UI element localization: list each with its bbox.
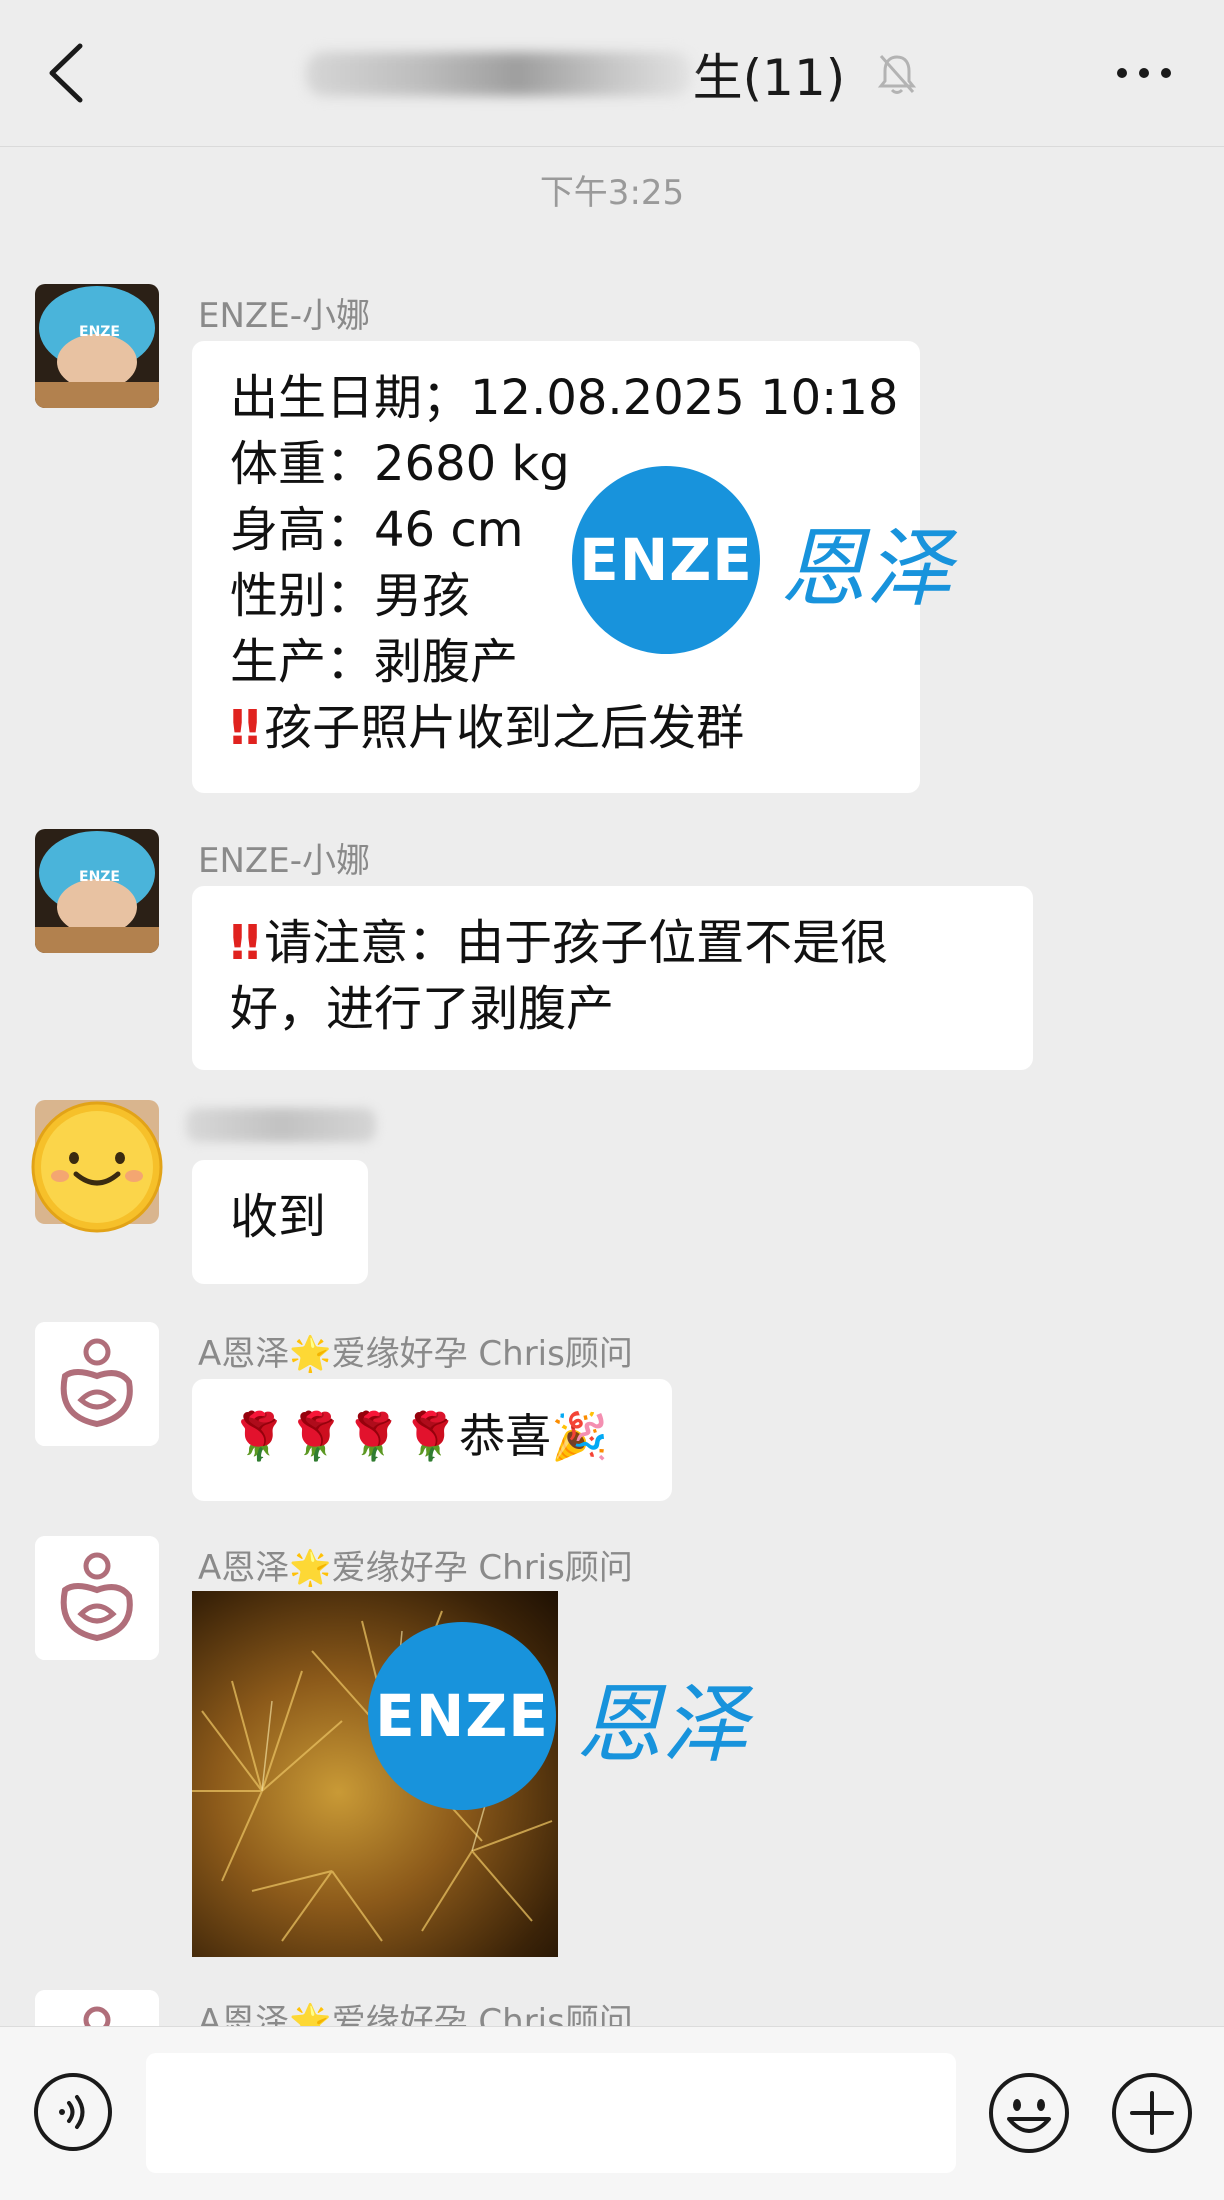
mother-baby-logo-icon [35,1990,159,2026]
sender-name: ENZE-小娜 [198,841,370,881]
svg-text:ENZE: ENZE [79,869,120,885]
message-bubble[interactable]: 🌹🌹🌹🌹恭喜🎉 [192,1379,672,1501]
sender-name: A恩泽🌟爱缘好孕 Chris顾问 [198,1548,633,1588]
message-line: 出生日期；12.08.2025 10:18 [230,370,899,426]
sender-name: A恩泽🌟爱缘好孕 Chris顾问 [198,1334,633,1374]
message-line: 🌹🌹🌹🌹恭喜🎉 [230,1409,609,1463]
baby-chef-avatar-icon: ENZE [35,829,159,953]
avatar[interactable] [35,1536,159,1660]
svg-text:ENZE: ENZE [79,324,120,340]
message-item: A恩泽🌟爱缘好孕 Chris顾问 [0,1990,1224,2026]
message-line: 好，进行了剥腹产 [230,981,615,1037]
message-bubble[interactable]: 收到 [192,1160,368,1284]
message-item: A恩泽🌟爱缘好孕 Chris顾问 🌹🌹🌹🌹恭喜🎉 [0,1322,1224,1502]
enze-brand-text: 恩泽 [780,518,952,619]
baby-chef-avatar-icon: ENZE [35,284,159,408]
message-line-text: 请注意：由于孩子位置不是很 [264,915,889,971]
mother-baby-logo-icon [35,1536,159,1660]
double-exclamation-icon: ‼ [230,915,260,971]
sender-name: ENZE-小娜 [198,296,370,336]
enze-brand-text: 恩泽 [576,1674,748,1775]
message-item: ENZE ENZE-小娜 ‼ 请注意：由于孩子位置不是很 好，进行了剥腹产 [0,829,1224,1079]
plus-circle-icon[interactable] [1110,2071,1194,2155]
message-line: 收到 [230,1189,327,1245]
chat-title: 生(11) [0,38,1224,110]
input-bar [0,2026,1224,2200]
blurred-group-name [305,52,691,96]
avatar[interactable] [35,1990,159,2026]
blurred-sender-name [186,1108,376,1142]
message-line-alert: ‼ 请注意：由于孩子位置不是很 [230,910,995,976]
enze-watermark: ENZE 恩泽 [368,1622,748,1810]
more-horizontal-icon[interactable] [1114,48,1174,98]
smiley-sticker-icon [31,1101,163,1233]
enze-watermark: ENZE 恩泽 [572,466,952,654]
voice-icon[interactable] [32,2071,114,2153]
double-exclamation-icon: ‼ [230,700,260,756]
bell-off-icon [878,55,917,94]
message-line-text: 孩子照片收到之后发群 [264,700,745,756]
avatar[interactable] [35,1322,159,1446]
sender-name: A恩泽🌟爱缘好孕 Chris顾问 [198,2002,633,2026]
chat-header: 生(11) [0,0,1224,147]
message-bubble[interactable]: ‼ 请注意：由于孩子位置不是很 好，进行了剥腹产 [192,886,1033,1070]
message-timestamp: 下午3:25 [539,173,685,213]
enze-logo-circle: ENZE [368,1622,556,1810]
avatar[interactable]: ENZE [35,829,159,953]
enze-logo-circle: ENZE [572,466,760,654]
message-item: 收到 [0,1100,1224,1290]
emoji-icon[interactable] [987,2071,1071,2155]
message-input[interactable] [146,2053,956,2173]
avatar[interactable]: ENZE [35,284,159,408]
message-line-alert: ‼ 孩子照片收到之后发群 [230,695,882,761]
chat-title-text: 生(11) [692,49,846,107]
mother-baby-logo-icon [35,1322,159,1446]
